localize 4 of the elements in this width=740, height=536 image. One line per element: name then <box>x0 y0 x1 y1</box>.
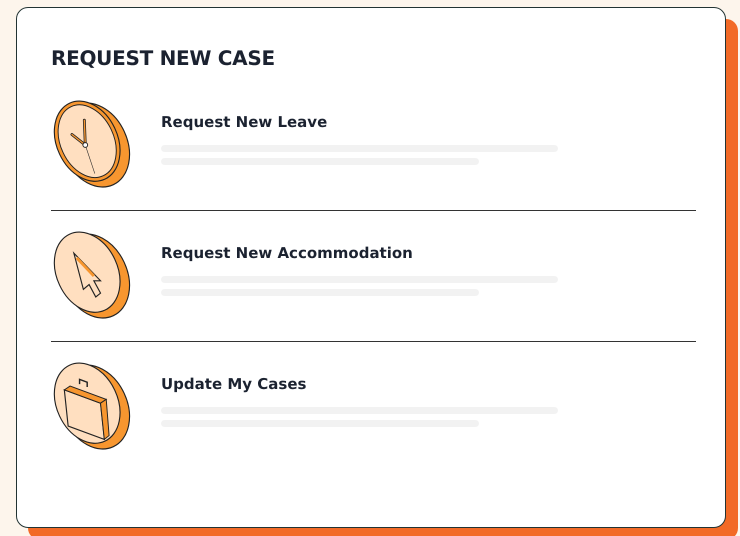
option-title[interactable]: Request New Accommodation <box>161 244 558 262</box>
card-title: REQUEST NEW CASE <box>51 46 276 70</box>
option-title[interactable]: Update My Cases <box>161 375 558 393</box>
option-title[interactable]: Request New Leave <box>161 113 558 131</box>
